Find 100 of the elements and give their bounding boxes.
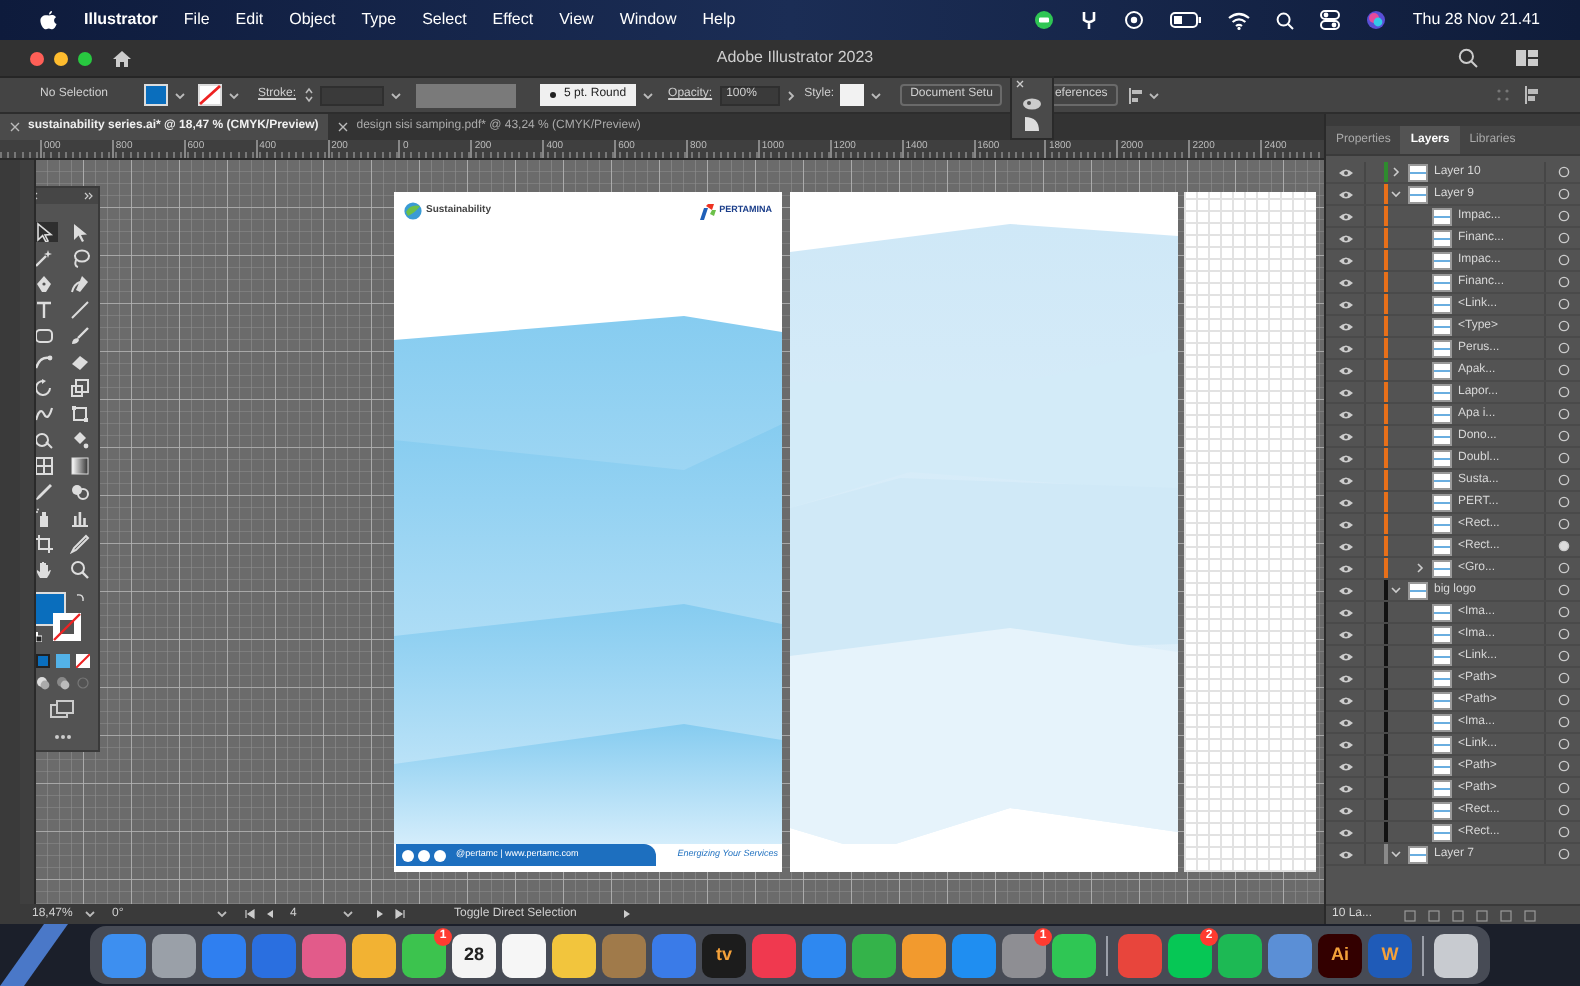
target-circle-icon[interactable] xyxy=(1557,254,1569,266)
caret-icon[interactable] xyxy=(1147,89,1160,101)
dock-app-icon[interactable] xyxy=(902,933,946,977)
home-icon[interactable] xyxy=(112,49,132,67)
curvature-pen-icon[interactable] xyxy=(70,274,90,294)
more-tools-icon[interactable] xyxy=(53,734,71,740)
app-menu[interactable]: Illustrator xyxy=(84,8,158,32)
eye-icon[interactable] xyxy=(1337,387,1353,397)
eye-icon[interactable] xyxy=(1337,761,1353,771)
target-circle-icon[interactable] xyxy=(1557,430,1569,442)
gradient-swatch-icon[interactable] xyxy=(70,456,90,476)
previous-page-icon[interactable] xyxy=(264,908,276,920)
eye-icon[interactable] xyxy=(1337,453,1353,463)
spray-can-icon[interactable] xyxy=(36,508,54,528)
menu-item[interactable]: Edit xyxy=(235,8,264,32)
siri-orb-icon[interactable] xyxy=(1366,10,1387,30)
wifi-icon[interactable] xyxy=(1228,11,1251,29)
fill-swatch[interactable] xyxy=(144,84,168,106)
battery-icon[interactable] xyxy=(1170,12,1203,28)
eye-icon[interactable] xyxy=(1337,497,1353,507)
dock-app-icon[interactable] xyxy=(152,933,196,977)
target-circle-icon[interactable] xyxy=(1557,232,1569,244)
menu-item[interactable]: Object xyxy=(289,8,336,32)
target-circle-icon[interactable] xyxy=(1557,804,1569,816)
target-circle-icon[interactable] xyxy=(1557,562,1569,574)
menu-item[interactable]: File xyxy=(183,8,210,32)
eye-icon[interactable] xyxy=(1337,299,1353,309)
eye-icon[interactable] xyxy=(1337,189,1353,199)
rotate-icon[interactable] xyxy=(36,378,54,398)
target-circle-icon[interactable] xyxy=(1557,276,1569,288)
target-circle-icon[interactable] xyxy=(1557,760,1569,772)
target-circle-icon[interactable] xyxy=(1557,584,1569,596)
free-transform-icon[interactable] xyxy=(70,404,90,424)
paintbrush-icon[interactable] xyxy=(70,326,90,346)
eye-icon[interactable] xyxy=(1337,563,1353,573)
tuning-fork-icon[interactable] xyxy=(1080,10,1099,30)
selection-arrow-icon[interactable] xyxy=(36,222,54,242)
eye-icon[interactable] xyxy=(1337,321,1353,331)
eye-icon[interactable] xyxy=(1337,365,1353,375)
target-circle-icon[interactable] xyxy=(1557,298,1569,310)
eye-icon[interactable] xyxy=(1337,651,1353,661)
caret-icon[interactable] xyxy=(174,89,186,101)
warp-icon[interactable] xyxy=(36,404,54,424)
eye-icon[interactable] xyxy=(1337,277,1353,287)
target-circle-icon[interactable] xyxy=(1557,188,1569,200)
caret-icon[interactable] xyxy=(216,908,228,920)
dock-app-icon[interactable] xyxy=(1434,933,1478,977)
chevron-down-icon[interactable] xyxy=(1390,188,1402,200)
target-circle-icon[interactable] xyxy=(1557,716,1569,728)
target-circle-icon[interactable] xyxy=(1557,342,1569,354)
dock-app-icon[interactable]: W xyxy=(1368,933,1412,977)
none-mode-icon[interactable] xyxy=(75,654,89,668)
pen-icon[interactable] xyxy=(36,274,54,294)
stroke-none-swatch[interactable] xyxy=(198,84,222,106)
direct-selection-icon[interactable] xyxy=(70,222,90,242)
target-circle-icon[interactable] xyxy=(1557,518,1569,530)
eye-icon[interactable] xyxy=(1337,849,1353,859)
workspace-icon[interactable] xyxy=(1516,50,1538,66)
zoom-icon[interactable] xyxy=(70,560,90,580)
chat-bubble-icon[interactable] xyxy=(1034,10,1055,30)
spinner-arrows-icon[interactable] xyxy=(304,86,315,104)
dock-app-icon[interactable]: 28 xyxy=(452,933,496,977)
caret-icon[interactable] xyxy=(84,908,96,920)
paint-bucket-icon[interactable] xyxy=(70,430,90,450)
align-left-icon[interactable] xyxy=(1524,86,1540,104)
menu-item[interactable]: Type xyxy=(361,8,397,32)
dock-app-icon[interactable] xyxy=(352,933,396,977)
grid-dots-icon[interactable] xyxy=(1496,88,1510,102)
menu-item[interactable]: Select xyxy=(422,8,467,32)
eye-icon[interactable] xyxy=(1337,233,1353,243)
chevron-right-icon[interactable] xyxy=(1390,166,1402,178)
close-window-icon[interactable] xyxy=(30,51,44,65)
close-icon[interactable] xyxy=(1016,80,1024,88)
draw-behind-icon[interactable] xyxy=(55,676,69,690)
eye-icon[interactable] xyxy=(1337,739,1353,749)
target-circle-icon[interactable] xyxy=(1557,606,1569,618)
eye-icon[interactable] xyxy=(1337,255,1353,265)
target-circle-icon[interactable] xyxy=(1557,474,1569,486)
eye-icon[interactable] xyxy=(1337,431,1353,441)
next-page-icon[interactable] xyxy=(374,908,386,920)
menu-bar-clock[interactable]: Thu 28 Nov 21.41 xyxy=(1412,8,1540,32)
dock-app-icon[interactable]: tv xyxy=(702,933,746,977)
bar-graph-icon[interactable] xyxy=(70,508,90,528)
eye-icon[interactable] xyxy=(1337,475,1353,485)
close-icon[interactable] xyxy=(338,122,349,132)
chevron-right-icon[interactable] xyxy=(1414,562,1426,574)
draw-normal-icon[interactable] xyxy=(36,676,49,690)
target-circle-icon[interactable] xyxy=(1557,540,1569,552)
target-circle-icon[interactable] xyxy=(1557,364,1569,376)
eye-icon[interactable] xyxy=(1337,343,1353,353)
target-circle-icon[interactable] xyxy=(1557,738,1569,750)
hand-icon[interactable] xyxy=(36,560,54,580)
align-icon[interactable] xyxy=(1127,87,1144,103)
chevron-down-icon[interactable] xyxy=(1390,848,1402,860)
target-circle-icon[interactable] xyxy=(1557,210,1569,222)
brush-cloud-icon[interactable] xyxy=(1022,94,1042,110)
dock-app-icon[interactable] xyxy=(1218,933,1262,977)
close-icon[interactable] xyxy=(10,122,20,132)
dock-app-icon[interactable] xyxy=(502,933,546,977)
chevron-right-icon[interactable] xyxy=(786,89,797,101)
